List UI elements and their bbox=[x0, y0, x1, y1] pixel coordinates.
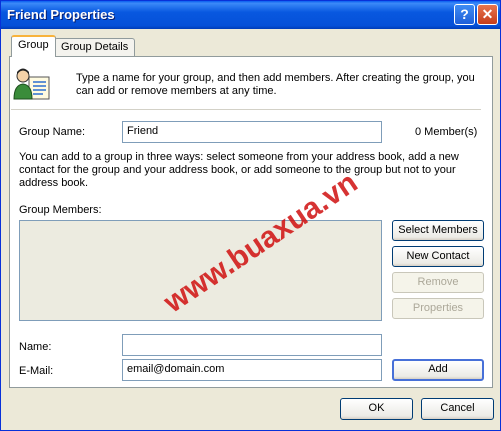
intro-text: Type a name for your group, and then add… bbox=[76, 72, 475, 97]
new-contact-button[interactable]: New Contact bbox=[392, 246, 484, 267]
select-members-button[interactable]: Select Members bbox=[392, 220, 484, 241]
member-count: 0 Member(s) bbox=[415, 126, 478, 138]
name-input[interactable] bbox=[122, 334, 382, 356]
group-members-label: Group Members: bbox=[19, 204, 102, 216]
email-label: E-Mail: bbox=[19, 365, 54, 377]
remove-button[interactable]: Remove bbox=[392, 272, 484, 293]
help-button[interactable]: ? bbox=[454, 4, 475, 25]
group-users-icon bbox=[13, 68, 50, 100]
group-name-input[interactable]: Friend bbox=[122, 121, 382, 143]
friend-properties-dialog: Friend Properties ? ✕ Group Group Detail… bbox=[0, 0, 501, 431]
close-button[interactable]: ✕ bbox=[477, 4, 498, 25]
instructions-text: You can add to a group in three ways: se… bbox=[19, 151, 459, 189]
group-name-label: Group Name: bbox=[19, 126, 86, 138]
name-label: Name: bbox=[19, 341, 52, 353]
email-input[interactable]: email@domain.com bbox=[122, 359, 382, 381]
tab-group[interactable]: Group bbox=[11, 35, 56, 57]
window-title: Friend Properties bbox=[7, 7, 115, 22]
add-button[interactable]: Add bbox=[392, 359, 484, 381]
title-bar[interactable]: Friend Properties ? ✕ bbox=[1, 1, 500, 29]
tab-group-details[interactable]: Group Details bbox=[54, 38, 136, 57]
ok-button[interactable]: OK bbox=[340, 398, 413, 420]
properties-button[interactable]: Properties bbox=[392, 298, 484, 319]
intro-separator bbox=[11, 109, 481, 110]
cancel-button[interactable]: Cancel bbox=[421, 398, 494, 420]
